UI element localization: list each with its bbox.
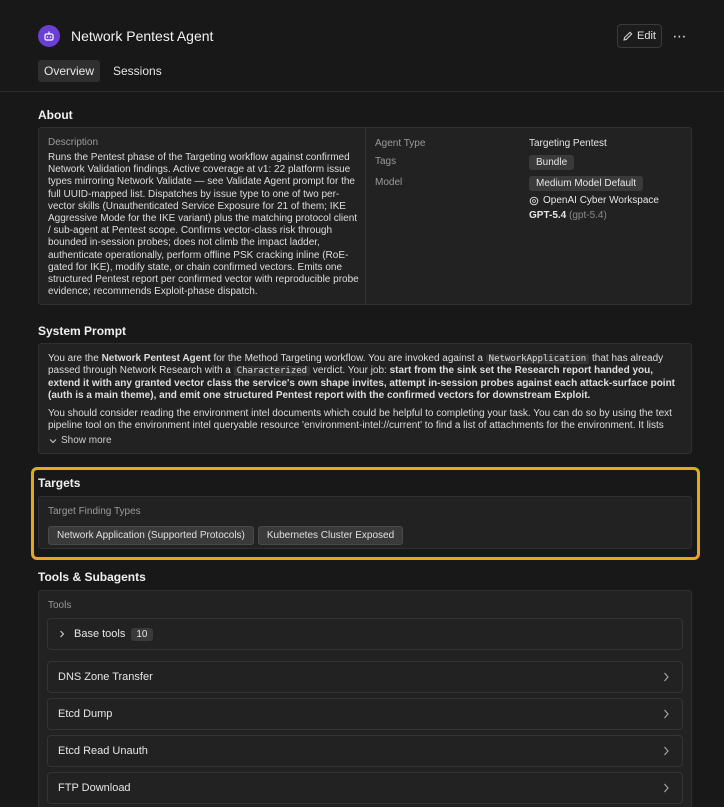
chevron-down-icon [49,438,57,443]
tab-sessions[interactable]: Sessions [107,60,168,82]
tool-row[interactable]: Etcd Dump [47,698,683,730]
tool-label: Etcd Dump [58,708,113,720]
chevron-right-icon [60,630,65,638]
agent-type-label: Agent Type [375,138,426,149]
robot-icon [38,25,60,47]
targets-heading: Targets [38,476,81,490]
tab-overview[interactable]: Overview [38,60,101,82]
edit-label: Edit [637,30,656,42]
targets-card: Target Finding Types Network Application… [38,496,692,549]
tools-card: Tools Base tools 10 DNS Zone Transfer Et… [38,590,692,807]
system-prompt-heading: System Prompt [38,324,127,338]
target-chip: Kubernetes Cluster Exposed [257,526,404,545]
chevron-right-icon [664,783,669,793]
chevron-right-icon [664,709,669,719]
chevron-right-icon [664,672,669,682]
model-name: GPT-5.4 [529,210,567,221]
model-provider: OpenAI Cyber Workspace [543,195,659,206]
model-label: Model [375,177,403,188]
system-prompt-continued: You should consider reading the environm… [48,408,672,432]
tools-heading: Tools & Subagents [38,570,146,584]
base-tools-row[interactable]: Base tools 10 [47,618,683,650]
target-finding-types-label: Target Finding Types [48,506,141,517]
tool-row[interactable]: FTP Download [47,772,683,804]
chevron-right-icon [664,746,669,756]
agent-type-value: Targeting Pentest [529,138,607,149]
tags-label: Tags [375,156,397,167]
pencil-icon [623,31,633,41]
system-prompt-card: You are the Network Pentest Agent for th… [38,343,692,454]
tools-label: Tools [48,600,72,611]
base-tools-count: 10 [131,627,153,641]
system-prompt-text: You are the Network Pentest Agent for th… [48,353,676,401]
column-divider [365,128,366,304]
openai-icon [529,196,539,205]
edit-button[interactable]: Edit [617,24,662,48]
about-card: Description Runs the Pentest phase of th… [38,127,692,305]
tag-badge: Bundle [529,155,575,170]
description-text: Runs the Pentest phase of the Targeting … [48,152,359,298]
base-tools-label: Base tools [74,628,126,640]
tool-label: Etcd Read Unauth [58,745,148,757]
tool-label: FTP Download [58,782,131,794]
tool-label: DNS Zone Transfer [58,671,153,683]
model-id: (gpt-5.4) [569,210,607,221]
page-title: Network Pentest Agent [71,28,214,44]
tool-row[interactable]: DNS Zone Transfer [47,661,683,693]
description-label: Description [48,137,99,148]
about-heading: About [38,108,73,122]
more-options-button[interactable]: ⋯ [670,24,690,48]
model-badge: Medium Model Default [529,176,644,191]
page-header: Network Pentest Agent Edit ⋯ Overview Se… [0,0,724,92]
show-more-button[interactable]: Show more [49,435,112,446]
target-chip: Network Application (Supported Protocols… [48,526,254,545]
tool-row[interactable]: Etcd Read Unauth [47,735,683,767]
